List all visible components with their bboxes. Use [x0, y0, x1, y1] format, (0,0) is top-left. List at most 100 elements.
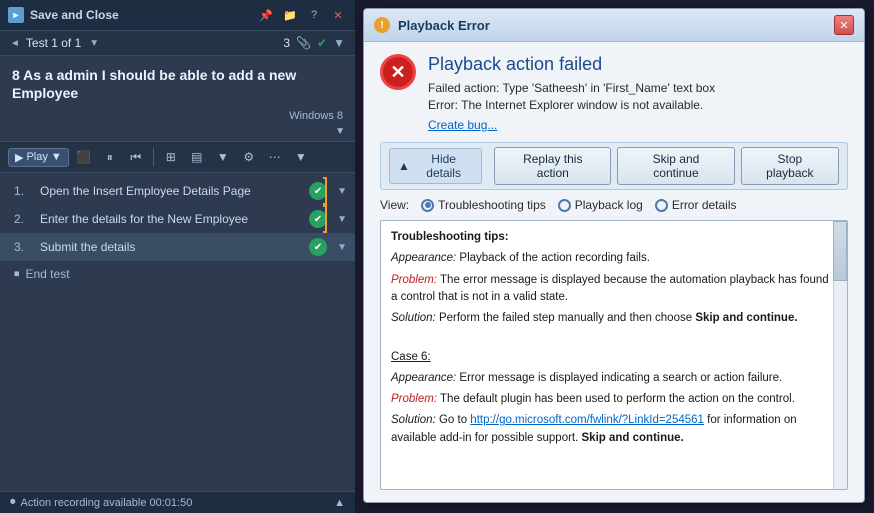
test-title: 8 As a admin I should be able to add a n…: [0, 56, 355, 108]
error-icon: ✕: [380, 54, 416, 90]
step-text-2: Enter the details for the New Employee: [40, 212, 301, 226]
radio-error-details[interactable]: Error details: [655, 198, 737, 212]
paperclip-icon: 📎: [296, 36, 311, 50]
playback-error-dialog: ! Playback Error ✕ ✕ Playback action fai…: [363, 8, 865, 503]
error-title: Playback action failed: [428, 54, 848, 75]
radio-label-error: Error details: [672, 198, 737, 212]
end-test-icon: ⏹: [14, 268, 20, 281]
hide-details-button[interactable]: ▲ Hide details: [389, 148, 482, 184]
pin-button[interactable]: 📌: [257, 6, 275, 24]
dropdown3-icon-btn[interactable]: ▼: [290, 146, 312, 168]
check-icon: ✔: [317, 36, 327, 50]
error-header: ✕ Playback action failed Failed action: …: [380, 54, 848, 134]
step-dropdown-3[interactable]: ▼: [337, 242, 347, 253]
filter-icon-btn[interactable]: ▤: [186, 146, 208, 168]
statusbar: ⏺ Action recording available 00:01:50 ▲: [0, 491, 355, 513]
play-dropdown-icon[interactable]: ▼: [51, 151, 62, 163]
settings-icon-btn[interactable]: ⚙: [238, 146, 260, 168]
play-icon: ▶: [15, 151, 23, 164]
breadcrumb-arrow-icon: ◄: [10, 38, 20, 49]
toolbar-separator: [153, 148, 154, 166]
content-line-4: Appearance: Error message is displayed i…: [391, 370, 829, 387]
grid-icon-btn[interactable]: ⊞: [160, 146, 182, 168]
record-icon: ⏺: [10, 496, 16, 509]
dialog-titlebar: ! Playback Error ✕: [364, 9, 864, 42]
panel-icon: ►: [8, 7, 24, 23]
statusbar-text: ⏺ Action recording available 00:01:50: [10, 496, 192, 509]
play-button[interactable]: ▶ Play ▼: [8, 148, 69, 167]
error-message-text: Error: The Internet Explorer window is n…: [428, 98, 848, 112]
help-button[interactable]: ?: [305, 6, 323, 24]
pause-icon-btn[interactable]: ⏸: [99, 146, 121, 168]
error-circle: ✕: [380, 54, 416, 90]
windows-label: Windows 8: [0, 108, 355, 126]
scrollbar-track[interactable]: [833, 221, 847, 489]
play-label: Play: [26, 151, 47, 163]
step-num-2: 2.: [14, 212, 32, 226]
end-test-row: ⏹ End test: [0, 261, 355, 287]
dialog-close-button[interactable]: ✕: [834, 15, 854, 35]
msft-link[interactable]: http://go.microsoft.com/fwlink/?LinkId=2…: [470, 414, 704, 426]
skip-continue-button[interactable]: Skip and continue: [617, 147, 735, 185]
radio-circle-error: [655, 199, 668, 212]
step-dropdown-1[interactable]: ▼: [337, 186, 347, 197]
error-x-icon: ✕: [390, 62, 405, 83]
folder-button[interactable]: 📁: [281, 6, 299, 24]
radio-circle-troubleshooting: [421, 199, 434, 212]
statusbar-collapse-icon[interactable]: ▲: [334, 497, 345, 509]
step-check-3: ✔: [309, 238, 327, 256]
replay-action-button[interactable]: Replay this action: [494, 147, 611, 185]
dropdown-arrow-icon[interactable]: ▼: [333, 36, 345, 50]
dialog-body: ✕ Playback action failed Failed action: …: [364, 42, 864, 502]
radio-playback-log[interactable]: Playback log: [558, 198, 643, 212]
scrollbar-thumb[interactable]: [833, 221, 847, 281]
hide-details-arrow-icon: ▲: [398, 159, 410, 173]
stop-icon-btn[interactable]: ⬛: [73, 146, 95, 168]
close-button[interactable]: ✕: [329, 6, 347, 24]
radio-label-troubleshooting: Troubleshooting tips: [438, 198, 546, 212]
action-row: ▲ Hide details Replay this action Skip a…: [380, 142, 848, 190]
step-text-3: Submit the details: [40, 240, 301, 254]
end-test-label: End test: [26, 267, 70, 281]
content-line-6: Solution: Go to http://go.microsoft.com/…: [391, 412, 829, 447]
panel-title: Save and Close: [30, 8, 251, 22]
statusbar-message: Action recording available 00:01:50: [21, 497, 193, 509]
left-panel: ► Save and Close 📌 📁 ? ✕ ◄ Test 1 of 1 ▼…: [0, 0, 355, 513]
hide-details-label: Hide details: [414, 152, 473, 180]
rewind-icon-btn[interactable]: ⏮: [125, 146, 147, 168]
steps-list: 1. Open the Insert Employee Details Page…: [0, 173, 355, 491]
collapse-arrow-icon[interactable]: ▼: [0, 126, 355, 141]
error-action-text: Failed action: Type 'Satheesh' in 'First…: [428, 81, 848, 95]
view-row: View: Troubleshooting tips Playback log …: [380, 198, 848, 212]
radio-label-playback: Playback log: [575, 198, 643, 212]
content-heading: Troubleshooting tips:: [391, 231, 509, 243]
content-line-5: Problem: The default plugin has been use…: [391, 391, 829, 408]
step-text-1: Open the Insert Employee Details Page: [40, 184, 301, 198]
dropdown2-icon-btn[interactable]: ▼: [212, 146, 234, 168]
step-num-3: 3.: [14, 240, 32, 254]
more-icon-btn[interactable]: ⋯: [264, 146, 286, 168]
step-num-1: 1.: [14, 184, 32, 198]
step-item-1[interactable]: 1. Open the Insert Employee Details Page…: [0, 177, 355, 205]
radio-circle-playback: [558, 199, 571, 212]
step-count: 3: [283, 36, 290, 50]
radio-troubleshooting[interactable]: Troubleshooting tips: [421, 198, 546, 212]
error-info: Playback action failed Failed action: Ty…: [428, 54, 848, 134]
step-item-2[interactable]: 2. Enter the details for the New Employe…: [0, 205, 355, 233]
toolbar: ▶ Play ▼ ⬛ ⏸ ⏮ ⊞ ▤ ▼ ⚙ ⋯ ▼: [0, 141, 355, 173]
content-line-1: Appearance: Playback of the action recor…: [391, 250, 829, 267]
step-dropdown-2[interactable]: ▼: [337, 214, 347, 225]
breadcrumb-text: Test 1 of 1: [26, 36, 81, 50]
dialog-title-text: Playback Error: [398, 18, 826, 33]
breadcrumb-dropdown-icon[interactable]: ▼: [89, 38, 99, 49]
breadcrumb: ◄ Test 1 of 1 ▼ 3 📎 ✔ ▼: [0, 31, 355, 56]
dialog-title-icon: !: [374, 17, 390, 33]
content-box: Troubleshooting tips: Appearance: Playba…: [380, 220, 848, 490]
create-bug-link[interactable]: Create bug...: [428, 118, 497, 132]
stop-playback-button[interactable]: Stop playback: [741, 147, 839, 185]
left-titlebar: ► Save and Close 📌 📁 ? ✕: [0, 0, 355, 31]
content-line-2: Problem: The error message is displayed …: [391, 272, 829, 307]
step-item-3[interactable]: 3. Submit the details ✔ ▼: [0, 233, 355, 261]
content-case6: Case 6:: [391, 349, 829, 366]
view-label: View:: [380, 198, 409, 212]
